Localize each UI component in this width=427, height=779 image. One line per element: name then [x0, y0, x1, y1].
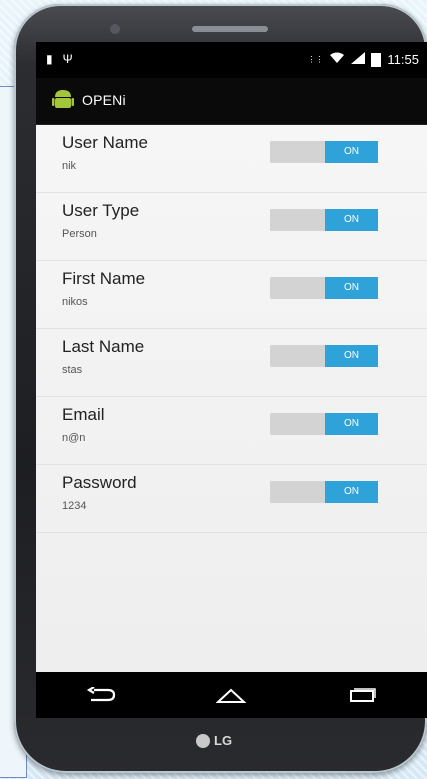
camera-icon	[110, 24, 120, 34]
home-button[interactable]	[211, 680, 251, 710]
setting-toggle[interactable]: ON	[270, 481, 378, 503]
setting-row[interactable]: Email n@n ON	[36, 397, 427, 465]
lg-logo-icon	[196, 733, 210, 748]
data-icon: ⋮⋮	[307, 55, 324, 64]
setting-value: n@n	[62, 432, 86, 444]
setting-value: nik	[62, 160, 77, 172]
setting-label: Last Name	[62, 337, 145, 356]
setting-row[interactable]: First Name nikos ON	[36, 261, 427, 329]
speaker-grille	[192, 26, 268, 32]
setting-value: 1234	[62, 500, 87, 512]
setting-toggle[interactable]: ON	[270, 141, 378, 163]
screen: ▮ Ψ ⋮⋮ 11:55 OPENi User Name nik ON User Ty…	[36, 42, 427, 672]
status-time: 11:55	[387, 52, 419, 67]
toggle-on-label: ON	[325, 209, 378, 231]
setting-label: First Name	[62, 269, 146, 288]
setting-label: Password	[62, 473, 137, 492]
battery-icon	[371, 52, 382, 67]
back-button[interactable]	[81, 680, 121, 710]
android-icon	[52, 90, 74, 108]
home-icon	[216, 688, 247, 703]
toggle-on-label: ON	[325, 141, 378, 163]
app-title: OPENi	[82, 92, 126, 108]
signal-icon	[351, 52, 366, 67]
recents-button[interactable]	[342, 680, 382, 710]
setting-row[interactable]: Last Name stas ON	[36, 329, 427, 397]
setting-row[interactable]: Password 1234 ON	[36, 465, 427, 533]
setting-value: nikos	[62, 296, 88, 308]
setting-value: stas	[62, 364, 83, 376]
setting-toggle[interactable]: ON	[270, 209, 378, 231]
setting-toggle[interactable]: ON	[270, 413, 378, 435]
settings-list: User Name nik ON User Type Person ON First Nam…	[36, 125, 427, 672]
setting-row[interactable]: User Type Person ON	[36, 193, 427, 261]
action-bar: OPENi	[36, 78, 427, 125]
brand-name: LG	[214, 733, 233, 748]
setting-label: User Type	[62, 201, 140, 220]
brand-logo: LG	[196, 733, 232, 748]
toggle-on-label: ON	[325, 277, 378, 299]
navigation-bar	[36, 672, 427, 718]
status-bar: ▮ Ψ ⋮⋮ 11:55	[36, 42, 427, 78]
recents-icon	[349, 688, 376, 702]
toggle-on-label: ON	[325, 481, 378, 503]
setting-toggle[interactable]: ON	[270, 345, 378, 367]
sd-card-icon: ▮	[46, 52, 53, 66]
back-icon	[87, 687, 116, 702]
toggle-on-label: ON	[325, 413, 378, 435]
setting-row[interactable]: User Name nik ON	[36, 125, 427, 193]
setting-toggle[interactable]: ON	[270, 277, 378, 299]
usb-icon: Ψ	[62, 52, 73, 66]
toggle-on-label: ON	[325, 345, 378, 367]
wifi-icon	[329, 52, 345, 67]
setting-value: Person	[62, 228, 97, 240]
setting-label: User Name	[62, 133, 148, 152]
setting-label: Email	[62, 405, 105, 424]
